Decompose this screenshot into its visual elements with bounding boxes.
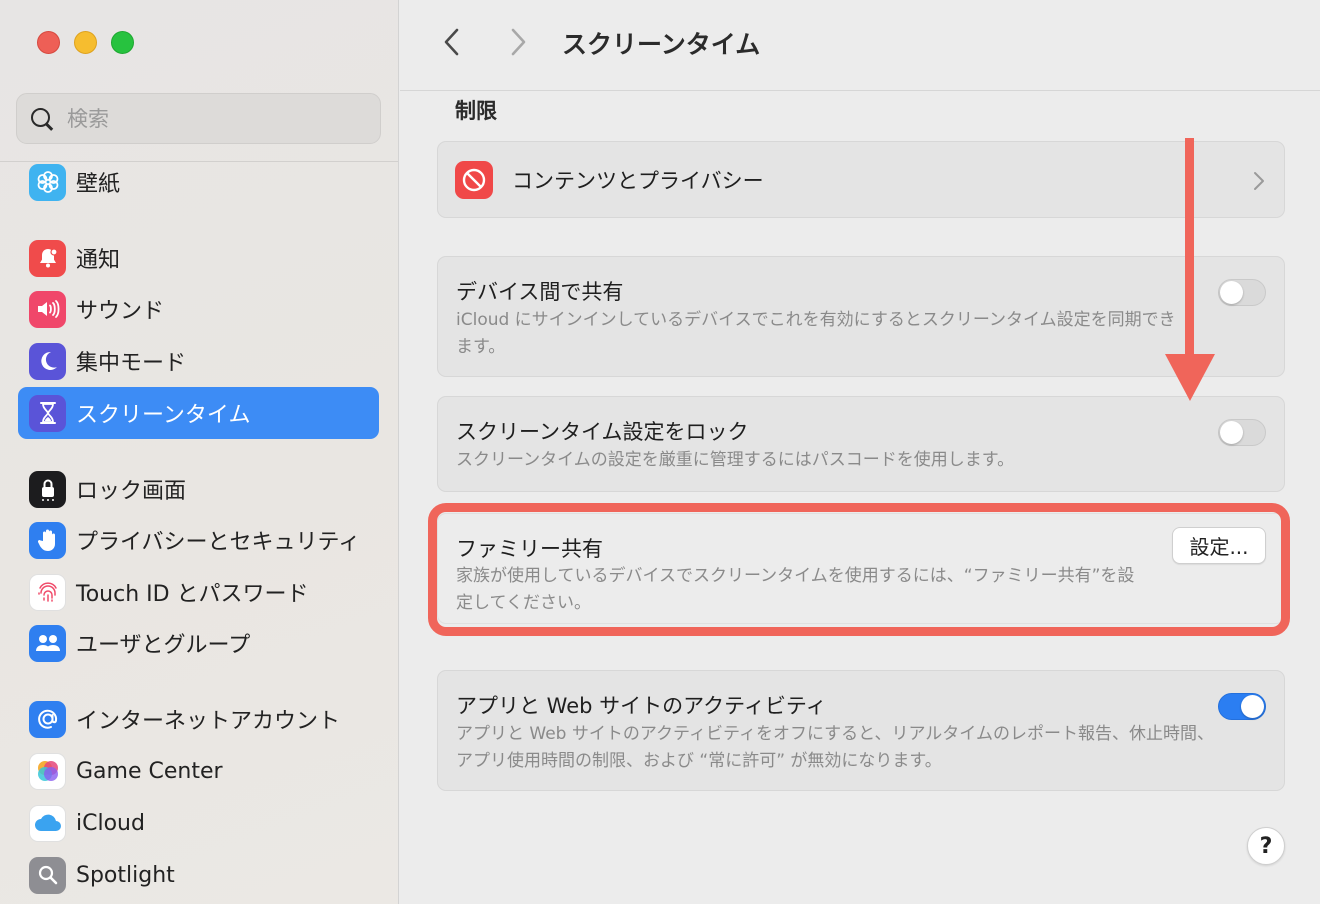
back-button[interactable] [432,22,472,62]
sidebar-item-internet-accounts[interactable]: インターネットアカウント [18,693,379,745]
sidebar-item-privacy-security[interactable]: プライバシーとセキュリティ [18,514,379,566]
hand-icon [29,521,66,559]
lock-settings-title: スクリーンタイム設定をロック [456,420,749,444]
sidebar-item-focus[interactable]: 集中モード [18,335,379,387]
bell-icon [29,239,66,277]
sidebar-item-users-groups[interactable]: ユーザとグループ [18,617,379,669]
zoom-window-button[interactable] [111,31,134,54]
share-devices-row: デバイス間で共有 iCloud にサインインしているデバイスでこれを有効にすると… [437,256,1285,377]
chevron-right-icon [511,28,526,56]
forward-button[interactable] [498,22,538,62]
sidebar-item-label: 通知 [76,248,121,273]
wallpaper-icon [29,163,66,201]
help-button[interactable]: ? [1247,827,1285,865]
search-field[interactable] [16,93,381,144]
share-devices-desc: iCloud にサインインしているデバイスでこれを有効にするとスクリーンタイム設… [456,310,1176,357]
app-web-activity-row: アプリと Web サイトのアクティビティ アプリと Web サイトのアクティビテ… [437,670,1285,791]
main-pane: スクリーンタイム 制限 コンテンツとプライバシー デバイス間で共有 iCloud… [400,0,1320,904]
sidebar-item-spotlight[interactable]: Spotlight [18,849,379,901]
sidebar-item-label: プライバシーとセキュリティ [76,530,361,555]
family-sharing-desc: 家族が使用しているデバイスでスクリーンタイムを使用するには、“ファミリー共有”を… [456,566,1135,613]
app-web-activity-toggle[interactable] [1218,693,1266,720]
users-icon [29,624,66,662]
sidebar-item-label: iCloud [76,810,145,836]
lock-settings-row: スクリーンタイム設定をロック スクリーンタイムの設定を厳重に管理するにはパスコー… [437,396,1285,492]
sidebar-item-screen-time[interactable]: スクリーンタイム [18,387,379,439]
sidebar-item-label: サウンド [76,299,165,324]
close-window-button[interactable] [37,31,60,54]
sidebar-item-touch-id[interactable]: Touch ID とパスワード [18,566,379,618]
section-title-restrictions: 制限 [455,99,497,123]
family-sharing-title: ファミリー共有 [456,537,603,561]
page-title: スクリーンタイム [562,30,761,59]
sidebar-item-label: Spotlight [76,862,175,888]
sidebar-item-label: インターネットアカウント [76,709,341,734]
content-privacy-label: コンテンツとプライバシー [512,169,764,193]
minimize-window-button[interactable] [74,31,97,54]
speaker-icon [29,290,66,328]
share-devices-toggle[interactable] [1218,279,1266,306]
sidebar-item-game-center[interactable]: Game Center [18,745,379,797]
sidebar-item-label: Touch ID とパスワード [76,582,309,607]
lock-settings-toggle[interactable] [1218,419,1266,446]
family-sharing-setup-button[interactable]: 設定... [1172,527,1266,564]
sidebar-item-label: スクリーンタイム [76,403,251,428]
fingerprint-icon [29,573,66,611]
app-web-activity-desc: アプリと Web サイトのアクティビティをオフにすると、リアルタイムのレポート報… [456,724,1214,771]
sidebar-item-label: 集中モード [76,351,187,376]
annotation-arrow [1165,138,1215,401]
lock-icon [29,470,66,508]
cloud-icon [29,804,66,842]
game-center-icon [29,752,66,790]
sidebar-item-label: 壁紙 [76,172,121,197]
sidebar-item-label: ユーザとグループ [76,633,251,658]
at-icon [29,700,66,738]
search-input[interactable] [67,106,347,131]
sidebar-item-lock-screen[interactable]: ロック画面 [18,463,379,515]
settings-window: 壁紙 通知 サウンド 集中モード スクリ [0,0,1320,904]
sidebar-item-label: Game Center [76,758,223,784]
sidebar-item-notifications[interactable]: 通知 [18,232,379,284]
chevron-right-icon [1254,172,1264,190]
sidebar: 壁紙 通知 サウンド 集中モード スクリ [0,0,399,904]
family-sharing-row: ファミリー共有 家族が使用しているデバイスでスクリーンタイムを使用するには、“フ… [437,513,1285,624]
app-web-activity-title: アプリと Web サイトのアクティビティ [456,694,827,718]
magnifier-icon [29,856,66,894]
restriction-icon [455,161,493,199]
hourglass-icon [29,394,66,432]
sidebar-item-sound[interactable]: サウンド [18,283,379,335]
content-privacy-row[interactable]: コンテンツとプライバシー [437,141,1285,218]
search-icon [29,106,55,132]
lock-settings-desc: スクリーンタイムの設定を厳重に管理するにはパスコードを使用します。 [456,450,1015,470]
sidebar-item-wallpaper[interactable]: 壁紙 [18,156,379,208]
chevron-left-icon [444,28,459,56]
sidebar-item-label: ロック画面 [76,479,187,504]
toolbar: スクリーンタイム [400,0,1320,91]
moon-icon [29,342,66,380]
sidebar-item-icloud[interactable]: iCloud [18,797,379,849]
share-devices-title: デバイス間で共有 [456,280,624,304]
